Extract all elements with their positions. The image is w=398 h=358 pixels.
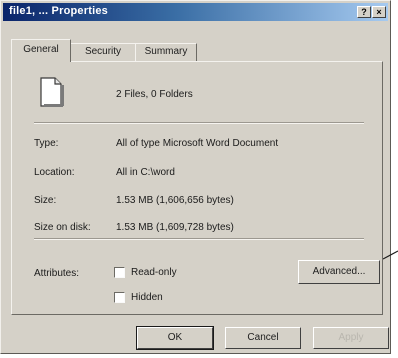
divider bbox=[34, 122, 364, 124]
tab-security[interactable]: Security bbox=[70, 43, 136, 61]
type-label: Type: bbox=[34, 138, 59, 149]
size-on-disk-label: Size on disk: bbox=[34, 222, 91, 233]
title-bar[interactable]: file1, ... Properties ? × bbox=[3, 3, 388, 21]
read-only-checkbox[interactable]: Read-only bbox=[114, 267, 177, 281]
help-button[interactable]: ? bbox=[357, 6, 371, 18]
close-button[interactable]: × bbox=[372, 6, 386, 18]
attributes-label: Attributes: bbox=[34, 268, 80, 279]
size-value: 1.53 MB (1,606,656 bytes) bbox=[116, 195, 234, 206]
general-panel: 2 Files, 0 Folders Type: All of type Mic… bbox=[11, 61, 383, 315]
location-label: Location: bbox=[34, 167, 75, 178]
advanced-button[interactable]: Advanced... bbox=[298, 260, 380, 284]
size-on-disk-value: 1.53 MB (1,609,728 bytes) bbox=[116, 222, 234, 233]
checkbox-box[interactable] bbox=[114, 292, 125, 303]
tab-summary[interactable]: Summary bbox=[135, 43, 197, 61]
location-value: All in C:\word bbox=[116, 167, 175, 178]
file-count-text: 2 Files, 0 Folders bbox=[116, 89, 193, 100]
properties-dialog: file1, ... Properties ? × General Securi… bbox=[0, 0, 391, 354]
hidden-label: Hidden bbox=[131, 292, 163, 303]
checkbox-box[interactable] bbox=[114, 267, 125, 278]
word-document-icon bbox=[40, 77, 64, 107]
type-value: All of type Microsoft Word Document bbox=[116, 138, 279, 149]
cancel-button[interactable]: Cancel bbox=[225, 327, 301, 349]
tab-general[interactable]: General bbox=[11, 39, 71, 62]
ok-button[interactable]: OK bbox=[136, 326, 214, 350]
divider bbox=[34, 238, 364, 240]
window-title: file1, ... Properties bbox=[9, 5, 108, 17]
hidden-checkbox[interactable]: Hidden bbox=[114, 292, 163, 306]
read-only-label: Read-only bbox=[131, 267, 177, 278]
size-label: Size: bbox=[34, 195, 57, 206]
apply-button: Apply bbox=[313, 327, 389, 349]
callout-line bbox=[383, 250, 398, 260]
